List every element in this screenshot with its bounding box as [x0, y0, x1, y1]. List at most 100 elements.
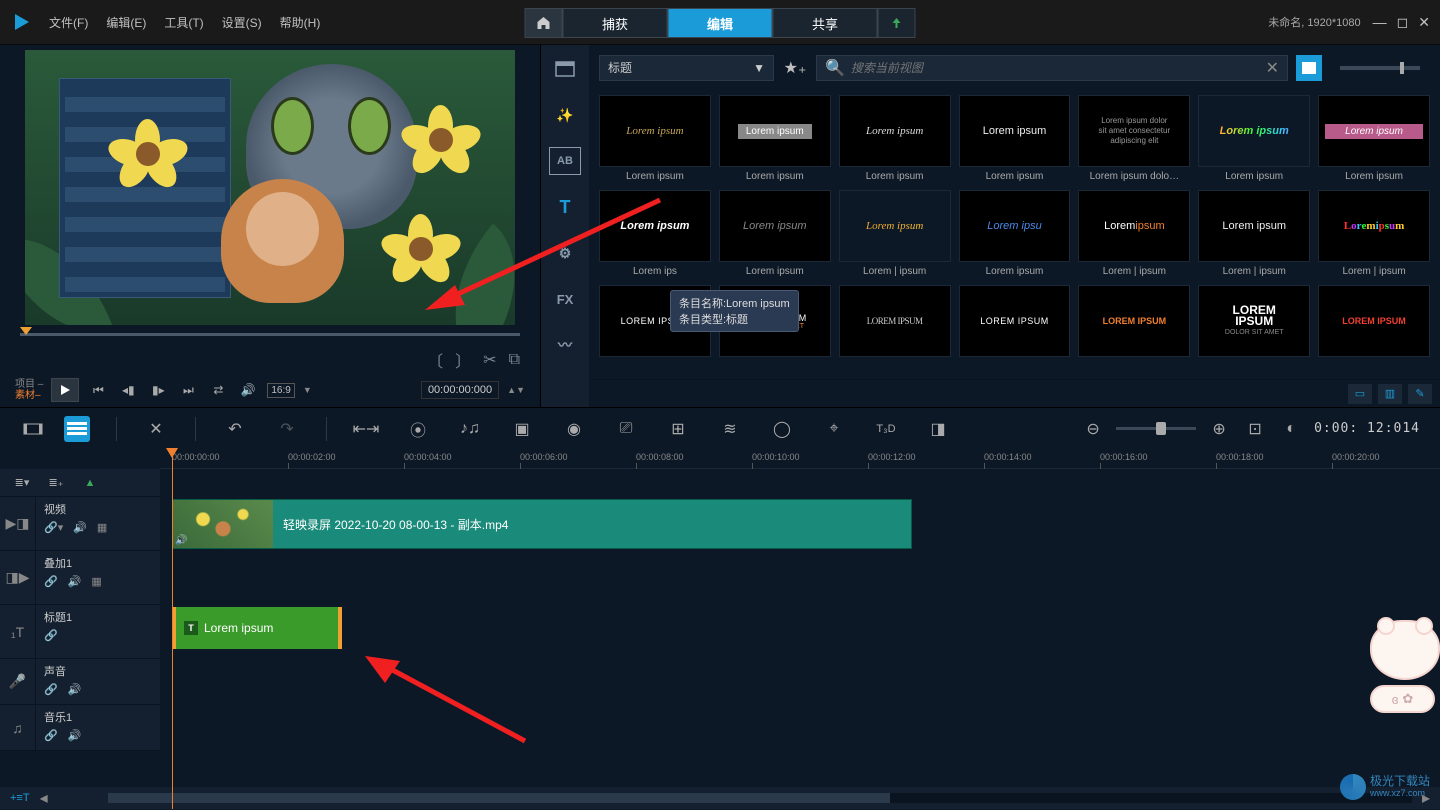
- focus-icon[interactable]: ⌖: [821, 416, 847, 442]
- title-preset-item[interactable]: Lorem ipsumLorem ipsum: [719, 190, 831, 277]
- title-preset-item[interactable]: Lorem ipsumLorem | ipsum: [1198, 190, 1310, 277]
- menu-edit[interactable]: 编辑(E): [106, 14, 146, 31]
- subtitle-icon[interactable]: ⎚: [613, 416, 639, 442]
- lib-layout-2-icon[interactable]: ▥: [1378, 384, 1402, 404]
- chroma-icon[interactable]: ◨: [925, 416, 951, 442]
- mute-icon[interactable]: 🔊: [73, 521, 87, 534]
- title-preset-item[interactable]: Lorem ipsumLorem ipsum: [839, 95, 951, 182]
- next-frame-icon[interactable]: ▮▸: [147, 379, 169, 401]
- redo-icon[interactable]: ↷: [274, 416, 300, 442]
- record-icon[interactable]: ⦿: [405, 416, 431, 442]
- lib-tab-paths[interactable]: 〰: [549, 331, 581, 359]
- title-clip[interactable]: T Lorem ipsum: [172, 607, 342, 649]
- title-preset-item[interactable]: LOREMIPSUMDOLOR SIT AMET: [1198, 285, 1310, 361]
- title-preset-item[interactable]: LOREM IPSUM: [1078, 285, 1190, 361]
- timeline-zoom-slider[interactable]: [1116, 427, 1196, 430]
- scroll-left-icon[interactable]: ◂: [40, 788, 48, 808]
- lib-layout-1-icon[interactable]: ▭: [1348, 384, 1372, 404]
- title-preset-item[interactable]: Lorem ipsumLorem ipsum: [1198, 95, 1310, 182]
- minimize-icon[interactable]: —: [1373, 14, 1387, 31]
- timecode-stepper-icon[interactable]: ▲▼: [507, 385, 525, 395]
- mask-icon[interactable]: ◯: [769, 416, 795, 442]
- search-box[interactable]: 🔍 ✕: [816, 55, 1288, 81]
- link-icon[interactable]: 🔗: [44, 575, 58, 588]
- title-preset-item[interactable]: Lorem ipsumLorem ips: [599, 190, 711, 277]
- title-preset-item[interactable]: Lorem ipsum dolor sit amet consectetur a…: [1078, 95, 1190, 182]
- play-button[interactable]: [51, 378, 79, 402]
- link-icon[interactable]: 🔗▾: [44, 521, 63, 534]
- title-preset-item[interactable]: Lorem ipsumLorem ipsum: [959, 95, 1071, 182]
- goto-end-icon[interactable]: ⏭: [177, 379, 199, 401]
- lib-tab-transitions[interactable]: AB: [549, 147, 581, 175]
- lib-tab-fx[interactable]: FX: [549, 285, 581, 313]
- menu-settings[interactable]: 设置(S): [222, 14, 262, 31]
- tab-edit[interactable]: 编辑: [668, 8, 773, 38]
- title-preset-item[interactable]: LOREM IPSUM: [839, 285, 951, 361]
- mute-icon[interactable]: 🔊: [68, 683, 82, 696]
- lib-tab-effects[interactable]: ✨: [549, 101, 581, 129]
- close-icon[interactable]: ✕: [1418, 14, 1430, 31]
- title-preset-item[interactable]: Lorem ipsumLorem ipsum: [719, 95, 831, 182]
- playhead[interactable]: [172, 449, 173, 809]
- preview-timecode[interactable]: 00:00:00:000: [421, 381, 499, 399]
- title-preset-item[interactable]: LoremipsumLorem | ipsum: [1318, 190, 1430, 277]
- thumbnail-zoom-slider[interactable]: [1340, 66, 1420, 70]
- zoom-out-icon[interactable]: ⊖: [1080, 416, 1106, 442]
- grid-icon[interactable]: ⊞: [665, 416, 691, 442]
- track-opt-2[interactable]: ≣₊: [44, 474, 68, 492]
- timeline-ruler[interactable]: 00:00:00:0000:00:02:0000:00:04:0000:00:0…: [160, 449, 1440, 469]
- undo-icon[interactable]: ↶: [222, 416, 248, 442]
- clear-search-icon[interactable]: ✕: [1266, 58, 1279, 78]
- track-opt-1[interactable]: ≣▾: [10, 474, 34, 492]
- search-input[interactable]: [851, 61, 1260, 75]
- storyboard-view-icon[interactable]: [20, 416, 46, 442]
- link-icon[interactable]: 🔗: [44, 729, 58, 742]
- preview-video[interactable]: [25, 50, 515, 325]
- overlay-icon[interactable]: ◉: [561, 416, 587, 442]
- title-preset-item[interactable]: Lorem ipsumLorem ipsum: [1318, 95, 1430, 182]
- speed-icon[interactable]: ≋: [717, 416, 743, 442]
- menu-help[interactable]: 帮助(H): [280, 14, 321, 31]
- menu-tools[interactable]: 工具(T): [164, 14, 203, 31]
- menu-file[interactable]: 文件(F): [49, 14, 88, 31]
- aspect-ratio[interactable]: 16:9: [267, 383, 294, 398]
- timeline-scrollbar[interactable]: [108, 793, 1412, 803]
- title-preset-item[interactable]: Lorem ipsumLorem ipsum: [599, 95, 711, 182]
- mute-icon[interactable]: 🔊: [68, 729, 82, 742]
- link-icon[interactable]: 🔗: [44, 629, 58, 642]
- title-preset-item[interactable]: Lorem ipsumLorem | ipsum: [1078, 190, 1190, 277]
- title-preset-item[interactable]: Lorem ipsumLorem | ipsum: [839, 190, 951, 277]
- goto-start-icon[interactable]: ⏮: [87, 379, 109, 401]
- tools-icon[interactable]: ✕: [143, 416, 169, 442]
- aspect-dropdown-icon[interactable]: ▼: [303, 385, 312, 395]
- tab-share[interactable]: 共享: [773, 8, 878, 38]
- audio-icon[interactable]: ♪♫: [457, 416, 483, 442]
- fx-icon[interactable]: ▦: [97, 521, 107, 534]
- mark-out-icon[interactable]: 〕: [455, 348, 471, 372]
- duration-icon[interactable]: ◐: [1278, 416, 1304, 442]
- upload-button[interactable]: [878, 8, 916, 38]
- lib-tab-media[interactable]: [549, 55, 581, 83]
- lib-edit-icon[interactable]: ✎: [1408, 384, 1432, 404]
- 3d-title-icon[interactable]: T₃D: [873, 416, 899, 442]
- category-dropdown[interactable]: 标题 ▼: [599, 55, 774, 81]
- lib-tab-graphics[interactable]: ⚙: [549, 239, 581, 267]
- thumbnail-view-button[interactable]: [1296, 55, 1322, 81]
- mute-icon[interactable]: 🔊: [68, 575, 82, 588]
- title-preset-item[interactable]: Lorem ipsuLorem ipsum: [959, 190, 1071, 277]
- add-track-button[interactable]: +≡T: [10, 792, 30, 804]
- fx-icon[interactable]: ▦: [91, 575, 101, 588]
- prev-frame-icon[interactable]: ◂▮: [117, 379, 139, 401]
- copy-icon[interactable]: ⧉: [509, 351, 520, 369]
- timeline-view-icon[interactable]: [64, 416, 90, 442]
- track-opt-marker[interactable]: ▲: [78, 474, 102, 492]
- preview-scrubber[interactable]: [5, 325, 535, 345]
- title-preset-item[interactable]: LOREM IPSUM: [1318, 285, 1430, 361]
- fit-icon[interactable]: ⊡: [1242, 416, 1268, 442]
- loop-icon[interactable]: ⇄: [207, 379, 229, 401]
- video-clip[interactable]: 🔊 轻映录屏 2022-10-20 08-00-13 - 副本.mp4: [172, 499, 912, 549]
- split-icon[interactable]: ✂: [483, 350, 496, 370]
- title-preset-item[interactable]: LOREM IPSUM: [959, 285, 1071, 361]
- trim-icon[interactable]: ⇤⇥: [353, 416, 379, 442]
- link-icon[interactable]: 🔗: [44, 683, 58, 696]
